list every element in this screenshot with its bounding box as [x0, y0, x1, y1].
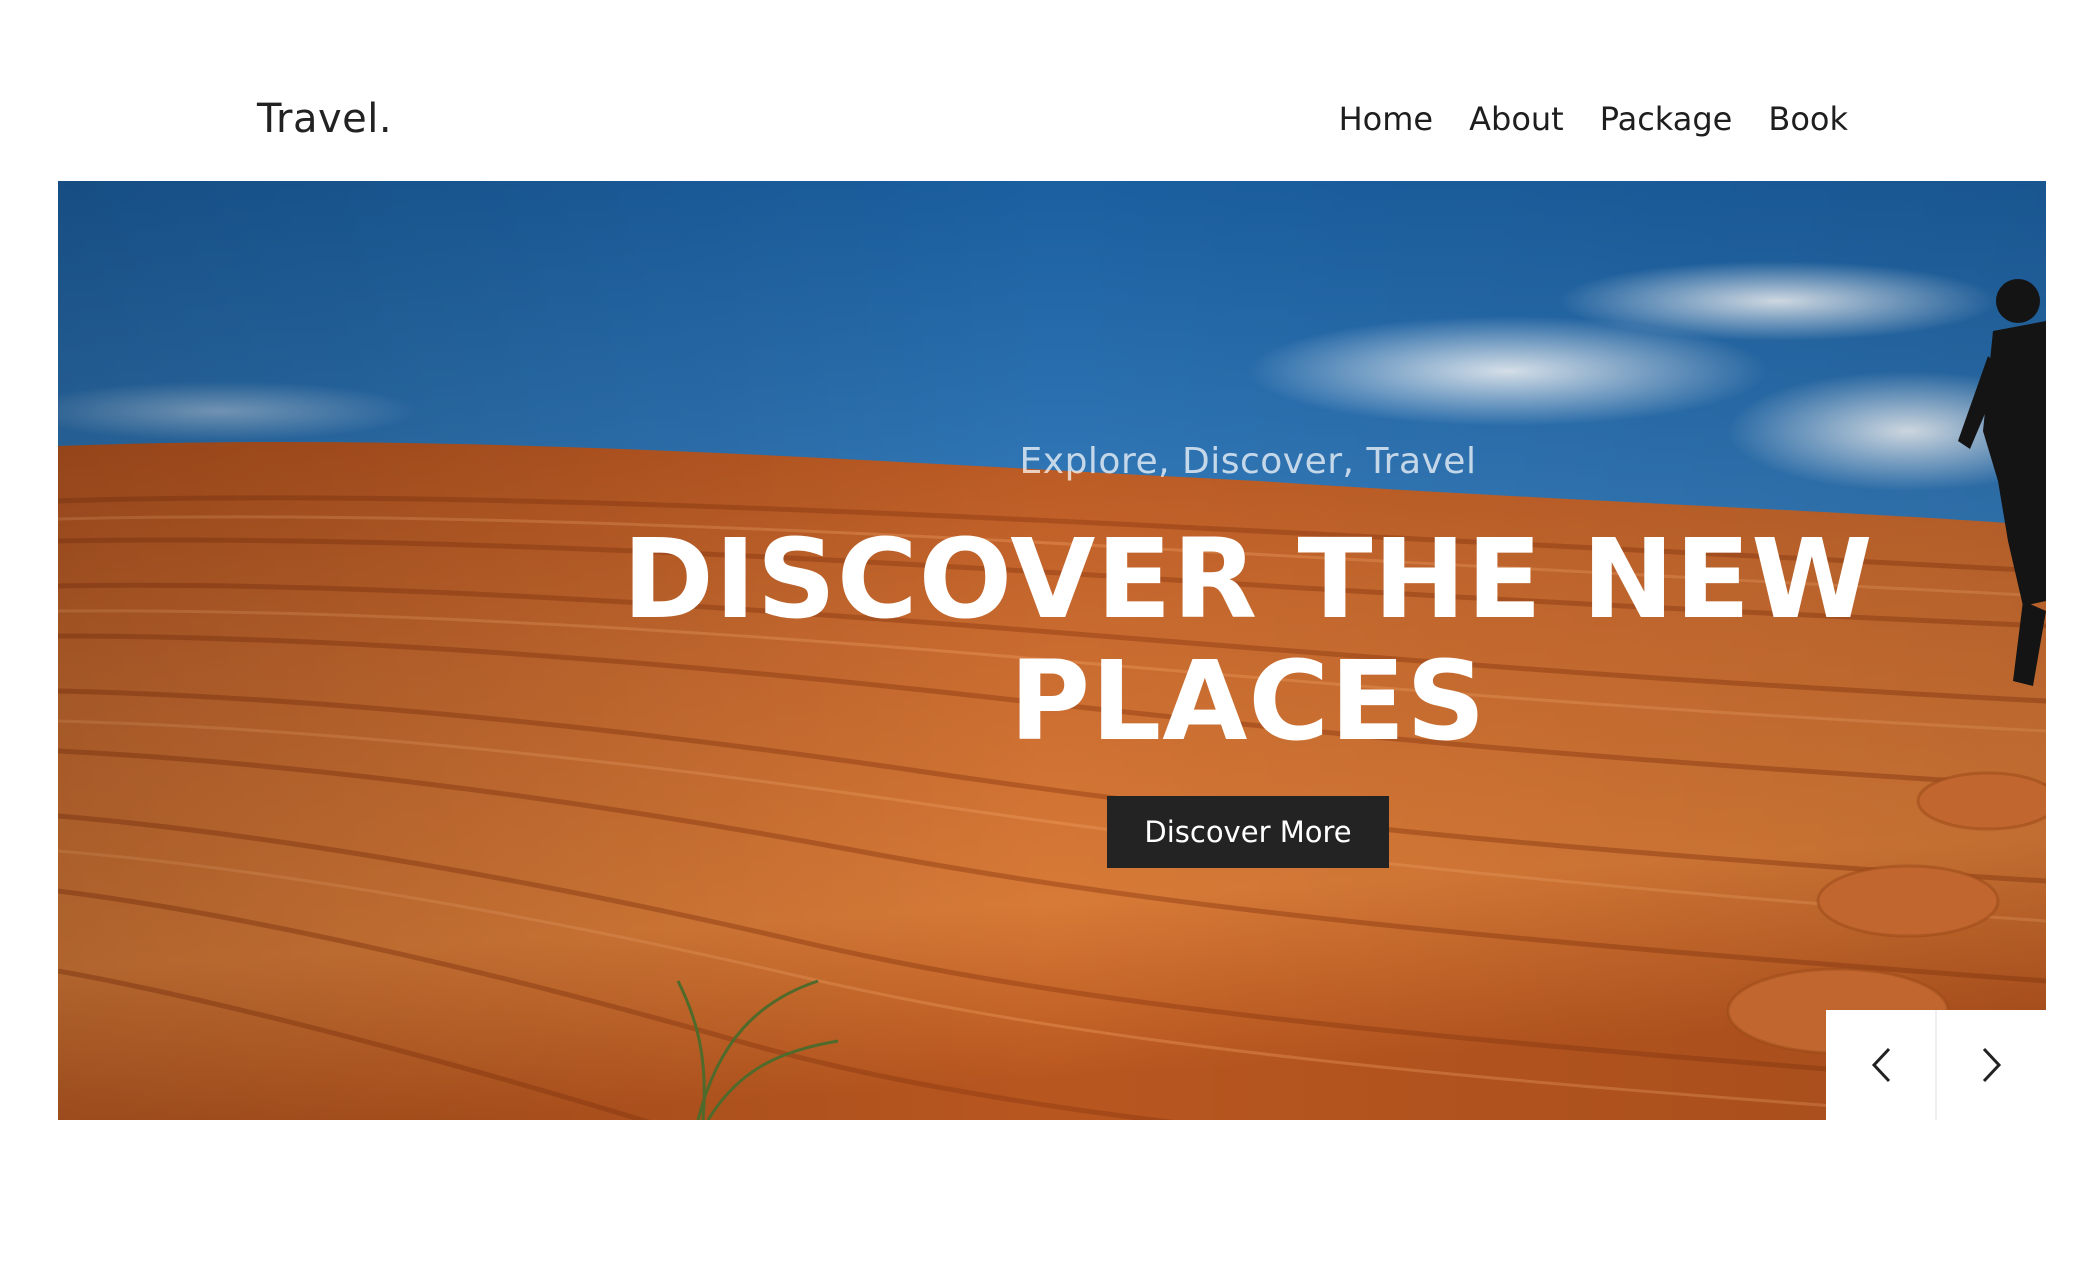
chevron-left-icon — [1871, 1047, 1890, 1083]
main-nav: Home About Package Book — [1339, 100, 1848, 138]
nav-link-about[interactable]: About — [1469, 100, 1564, 138]
hero-content: Explore, Discover, Travel DISCOVER THE N… — [618, 441, 1878, 868]
nav-link-book[interactable]: Book — [1768, 100, 1848, 138]
hero-slider: Explore, Discover, Travel DISCOVER THE N… — [58, 181, 2046, 1120]
hero-title: DISCOVER THE NEW PLACES — [618, 518, 1878, 762]
hero-title-line-1: DISCOVER THE NEW — [622, 515, 1874, 643]
slider-controls — [1826, 1010, 2046, 1120]
page: Travel. Home About Package Book Explore,… — [0, 0, 2100, 1275]
site-header: Travel. Home About Package Book — [58, 56, 2046, 181]
site-logo[interactable]: Travel. — [257, 96, 392, 142]
chevron-right-icon — [1982, 1047, 2001, 1083]
nav-link-home[interactable]: Home — [1339, 100, 1434, 138]
discover-more-button[interactable]: Discover More — [1107, 796, 1389, 868]
slider-next-button[interactable] — [1935, 1010, 2046, 1120]
hero-title-line-2: PLACES — [1009, 637, 1487, 765]
site-frame: Travel. Home About Package Book Explore,… — [58, 56, 2046, 1120]
hero-eyebrow: Explore, Discover, Travel — [1019, 441, 1477, 482]
slider-prev-button[interactable] — [1826, 1010, 1935, 1120]
nav-link-package[interactable]: Package — [1600, 100, 1733, 138]
